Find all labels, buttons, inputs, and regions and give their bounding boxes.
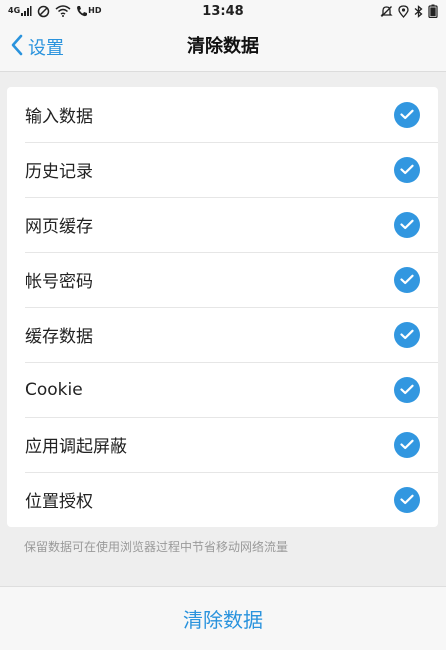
status-left-icons: 4G HD [8,4,101,18]
status-bar: 4G HD 13:48 [0,0,446,22]
item-label: 帐号密码 [25,272,93,292]
hd-call-icon: HD [76,4,101,18]
item-label: 缓存数据 [25,327,93,347]
mute-bell-icon [380,4,393,18]
checkmark-icon[interactable] [394,156,420,183]
footnote-text: 保留数据可在使用浏览器过程中节省移动网络流量 [24,540,289,554]
wifi-icon [55,4,71,18]
checkmark-icon[interactable] [394,101,420,128]
no-disturb-icon [37,4,50,18]
item-label: Cookie [25,379,83,400]
checkmark-icon[interactable] [394,486,420,513]
checkmark-icon[interactable] [394,376,420,403]
item-label: 输入数据 [25,107,93,127]
list-item-app-launch-block[interactable]: 应用调起屏蔽 [7,417,438,472]
battery-icon [428,4,438,18]
signal-icon: 4G [8,4,32,18]
status-right-icons [380,4,438,18]
checkmark-icon[interactable] [394,321,420,348]
list-item-passwords[interactable]: 帐号密码 [7,252,438,307]
checkmark-icon[interactable] [394,431,420,458]
hd-label: HD [88,6,102,15]
list-item-history[interactable]: 历史记录 [7,142,438,197]
list-item-cookie[interactable]: Cookie [7,362,438,417]
list-item-web-cache[interactable]: 网页缓存 [7,197,438,252]
list-item-cached-data[interactable]: 缓存数据 [7,307,438,362]
list-item-input-data[interactable]: 输入数据 [7,87,438,142]
navigation-bar: 设置 清除数据 [0,22,446,72]
location-icon [398,4,409,18]
item-label: 网页缓存 [25,217,93,237]
checkmark-icon[interactable] [394,266,420,293]
page-title: 清除数据 [187,36,259,57]
clear-data-button[interactable]: 清除数据 [0,586,446,650]
list-item-location-permission[interactable]: 位置授权 [7,472,438,527]
bluetooth-icon [414,4,423,18]
network-type-label: 4G [8,6,21,15]
item-label: 历史记录 [25,162,93,182]
clear-options-list: 输入数据 历史记录 网页缓存 帐号密码 缓存数据 Cookie 应用调起屏蔽 位… [7,87,438,527]
item-label: 应用调起屏蔽 [25,437,127,457]
clear-data-label: 清除数据 [183,608,263,632]
checkmark-icon[interactable] [394,211,420,238]
item-label: 位置授权 [25,492,93,512]
